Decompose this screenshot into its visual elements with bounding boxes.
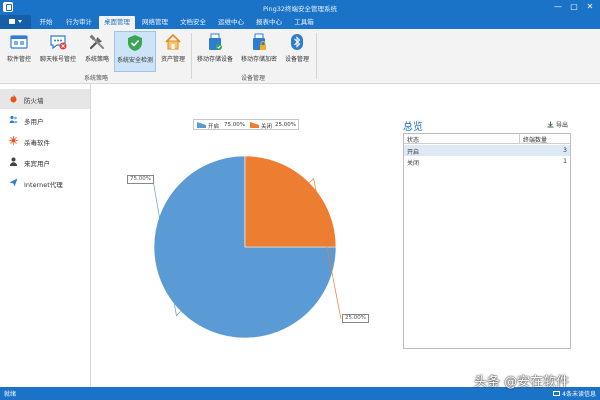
tab-start[interactable]: 开始: [33, 16, 59, 29]
unread-messages[interactable]: 4条未读信息: [553, 389, 596, 398]
pie-data-label-off: 25.00%: [342, 314, 369, 323]
chat-account-control-button[interactable]: 聊天帐号管控: [36, 31, 80, 72]
group-divider: [316, 33, 317, 79]
table-header: 状态 终端数量: [404, 134, 570, 144]
legend-swatch-off: [250, 122, 259, 128]
tab-report-center[interactable]: 报表中心: [251, 16, 287, 29]
proxy-icon: [9, 178, 18, 187]
overview-title: 总览: [403, 122, 423, 133]
legend-value-on: 75.00%: [224, 122, 245, 128]
envelope-icon: [553, 391, 561, 396]
sidebar-item-guest-user[interactable]: 来宾用户: [0, 152, 90, 172]
system-policy-button[interactable]: 系统策略: [82, 31, 112, 72]
usb-encrypt-icon: [253, 33, 266, 50]
status-text: 就绪: [4, 391, 17, 398]
asset-management-button[interactable]: 资产管理: [158, 31, 188, 72]
group-label-device-management: 设备管理: [240, 75, 265, 82]
tab-ops-center[interactable]: 运维中心: [213, 16, 249, 29]
system-security-check-button[interactable]: 系统安全检测: [114, 31, 156, 72]
group-label-system-policy: 系统策略: [83, 75, 108, 82]
sidebar-item-firewall[interactable]: 防火墙: [0, 89, 90, 109]
app-menu-button[interactable]: [0, 15, 31, 29]
ribbon-panel: 软件管控 聊天帐号管控 系统策略 系统安全检测 资产管理 系统策略 移动存储设备…: [0, 29, 600, 84]
window-title: Ping32终端安全管理系统: [262, 5, 338, 13]
sidebar: 防火墙 多用户 杀毒软件 来宾用户 Internet代理: [0, 84, 91, 387]
ribbon-tab-bar: 开始 行为审计 桌面管理 网络管理 文档安全 运维中心 报表中心 工具箱: [0, 15, 600, 29]
pie-slice-off: [244, 155, 337, 248]
tab-toolbox[interactable]: 工具箱: [289, 16, 319, 29]
sidebar-item-multi-user[interactable]: 多用户: [0, 110, 90, 130]
group-divider: [191, 33, 192, 79]
fire-icon: [10, 94, 17, 103]
legend-value-off: 25.00%: [275, 122, 296, 128]
guest-user-icon: [9, 157, 18, 166]
software-control-button[interactable]: 软件管控: [4, 31, 34, 72]
shield-check-icon: [128, 35, 142, 51]
pie-chart: [152, 155, 342, 339]
chevron-down-icon: [18, 20, 22, 23]
legend-swatch-on: [197, 122, 206, 128]
maximize-button[interactable]: ▢: [566, 1, 582, 13]
close-button[interactable]: ✕: [582, 1, 598, 13]
removable-storage-device-button[interactable]: 移动存储设备: [194, 31, 236, 72]
removable-storage-encryption-button[interactable]: 移动存储加密: [238, 31, 280, 72]
table-row[interactable]: 开启 3: [404, 145, 570, 156]
tab-document-security[interactable]: 文档安全: [175, 16, 211, 29]
tab-network-management[interactable]: 网络管理: [137, 16, 173, 29]
device-management-button[interactable]: 设备管理: [282, 31, 312, 72]
legend-label-off: 关闭: [261, 124, 273, 130]
download-icon: [547, 121, 554, 128]
column-header-status[interactable]: 状态: [407, 135, 419, 144]
window-controls: — ▢ ✕: [550, 1, 598, 13]
minimize-button[interactable]: —: [550, 1, 566, 13]
tab-behavior-audit[interactable]: 行为审计: [61, 16, 97, 29]
legend-label-on: 开启: [208, 124, 220, 130]
tab-desktop-management[interactable]: 桌面管理: [99, 16, 135, 29]
software-control-icon: [10, 35, 28, 49]
tools-icon: [89, 34, 105, 50]
sidebar-item-internet-proxy[interactable]: Internet代理: [0, 173, 90, 193]
overview-table: 状态 终端数量 开启 3 关闭 1: [403, 133, 571, 349]
asset-house-icon: [165, 33, 181, 50]
multi-user-icon: [9, 115, 18, 123]
pie-data-label-on: 75.00%: [127, 175, 154, 184]
usb-device-icon: [209, 33, 222, 50]
sidebar-item-antivirus[interactable]: 杀毒软件: [0, 131, 90, 151]
chat-account-icon: [50, 35, 67, 50]
bluetooth-device-icon: [291, 34, 303, 50]
table-row[interactable]: 关闭 1: [404, 156, 570, 167]
chart-legend: 开启 75.00% 关闭 25.00%: [193, 119, 299, 130]
antivirus-icon: [9, 136, 18, 145]
title-bar: Ping32终端安全管理系统 — ▢ ✕: [0, 0, 600, 15]
column-header-count[interactable]: 终端数量: [519, 134, 547, 144]
export-button[interactable]: 导出: [547, 120, 568, 129]
menu-icon: [9, 19, 15, 24]
watermark: 头条 @安在软件: [474, 375, 570, 390]
